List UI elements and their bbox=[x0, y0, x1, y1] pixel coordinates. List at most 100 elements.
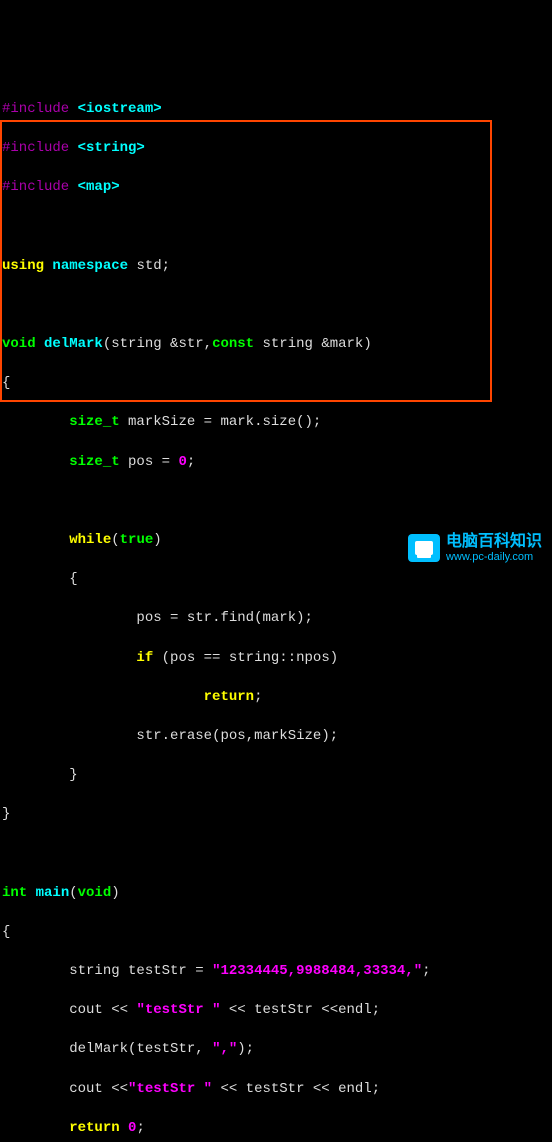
identifier: endl bbox=[338, 1002, 372, 1018]
code-line: if (pos == string::npos) bbox=[2, 649, 550, 669]
code-editor: #include <iostream> #include <string> #i… bbox=[0, 78, 552, 1142]
code-line: delMark(testStr, ","); bbox=[2, 1040, 550, 1060]
paren: ( bbox=[212, 728, 220, 744]
string-literal: "testStr " bbox=[128, 1081, 212, 1097]
watermark: 电脑百科知识 www.pc-daily.com bbox=[408, 533, 542, 563]
code-line: using namespace std; bbox=[2, 257, 550, 277]
operator: ; bbox=[162, 258, 170, 274]
paren: ) bbox=[330, 650, 338, 666]
operator: (); bbox=[296, 414, 321, 430]
watermark-text: 电脑百科知识 www.pc-daily.com bbox=[446, 533, 542, 563]
paren: ) bbox=[363, 336, 371, 352]
keyword: namespace bbox=[52, 258, 136, 274]
preprocessor: #include bbox=[2, 140, 78, 156]
code-line: string testStr = "12334445,9988484,33334… bbox=[2, 962, 550, 982]
watermark-url: www.pc-daily.com bbox=[446, 551, 542, 563]
identifier: str bbox=[136, 728, 161, 744]
identifier: mark bbox=[220, 414, 254, 430]
code-line: } bbox=[2, 805, 550, 825]
code-line: return 0; bbox=[2, 1119, 550, 1139]
code-line: str.erase(pos,markSize); bbox=[2, 727, 550, 747]
identifier: mark bbox=[262, 610, 296, 626]
comma: , bbox=[204, 336, 212, 352]
code-line-blank bbox=[2, 218, 550, 238]
method: find bbox=[220, 610, 254, 626]
include-header: <iostream> bbox=[78, 101, 162, 117]
type: int bbox=[2, 885, 36, 901]
code-line: { bbox=[2, 570, 550, 590]
identifier: endl bbox=[338, 1081, 372, 1097]
keyword: return bbox=[69, 1120, 128, 1136]
code-line: void delMark(string &str,const string &m… bbox=[2, 335, 550, 355]
operator: << bbox=[321, 1002, 338, 1018]
semicolon: ; bbox=[187, 454, 195, 470]
code-line: { bbox=[2, 923, 550, 943]
identifier: markSize bbox=[128, 414, 204, 430]
indent bbox=[2, 1120, 69, 1136]
identifier: npos bbox=[296, 650, 330, 666]
operator: = bbox=[162, 454, 179, 470]
dot: . bbox=[162, 728, 170, 744]
semicolon: ; bbox=[136, 1120, 144, 1136]
identifier: testStr bbox=[136, 1041, 195, 1057]
include-header: <map> bbox=[78, 179, 120, 195]
identifier: cout bbox=[69, 1002, 111, 1018]
operator: & bbox=[321, 336, 329, 352]
semicolon: ; bbox=[372, 1081, 380, 1097]
code-line: #include <iostream> bbox=[2, 100, 550, 120]
keyword: if bbox=[136, 650, 161, 666]
indent bbox=[2, 414, 69, 430]
brace: { bbox=[2, 924, 10, 940]
operator: << bbox=[212, 1081, 246, 1097]
code-line: return; bbox=[2, 688, 550, 708]
identifier: delMark bbox=[69, 1041, 128, 1057]
boolean: true bbox=[120, 532, 154, 548]
keyword: void bbox=[78, 885, 112, 901]
operator: = bbox=[204, 414, 221, 430]
function-name: delMark bbox=[44, 336, 103, 352]
paren: ( bbox=[162, 650, 170, 666]
code-line-blank bbox=[2, 492, 550, 512]
operator: ); bbox=[296, 610, 313, 626]
indent bbox=[2, 1081, 69, 1097]
operator: = bbox=[170, 610, 187, 626]
code-line: } bbox=[2, 766, 550, 786]
identifier: string testStr bbox=[69, 963, 195, 979]
indent bbox=[2, 1002, 69, 1018]
indent bbox=[2, 767, 69, 783]
param-name: mark bbox=[330, 336, 364, 352]
param-type: string bbox=[263, 336, 322, 352]
identifier: cout bbox=[69, 1081, 111, 1097]
code-line: cout <<"testStr " << testStr << endl; bbox=[2, 1080, 550, 1100]
operator: == bbox=[204, 650, 229, 666]
paren: ( bbox=[254, 610, 262, 626]
indent bbox=[2, 650, 136, 666]
indent bbox=[2, 1041, 69, 1057]
paren: ( bbox=[128, 1041, 136, 1057]
preprocessor: #include bbox=[2, 179, 78, 195]
identifier: string bbox=[229, 650, 279, 666]
indent bbox=[2, 689, 204, 705]
dot: . bbox=[212, 610, 220, 626]
scope: :: bbox=[279, 650, 296, 666]
indent bbox=[2, 532, 69, 548]
paren: ) bbox=[153, 532, 161, 548]
identifier: pos bbox=[220, 728, 245, 744]
code-line-blank bbox=[2, 845, 550, 865]
string-literal: "testStr " bbox=[136, 1002, 220, 1018]
indent bbox=[2, 728, 136, 744]
indent bbox=[2, 454, 69, 470]
param-name: str bbox=[178, 336, 203, 352]
indent bbox=[2, 610, 136, 626]
brace: } bbox=[2, 806, 10, 822]
identifier: str bbox=[187, 610, 212, 626]
type: size_t bbox=[69, 414, 128, 430]
semicolon: ; bbox=[254, 689, 262, 705]
type: size_t bbox=[69, 454, 128, 470]
number: 0 bbox=[128, 1120, 136, 1136]
indent bbox=[2, 963, 69, 979]
comma: , bbox=[195, 1041, 212, 1057]
include-header: <string> bbox=[78, 140, 145, 156]
code-line: size_t markSize = mark.size(); bbox=[2, 413, 550, 433]
function-name: main bbox=[36, 885, 70, 901]
